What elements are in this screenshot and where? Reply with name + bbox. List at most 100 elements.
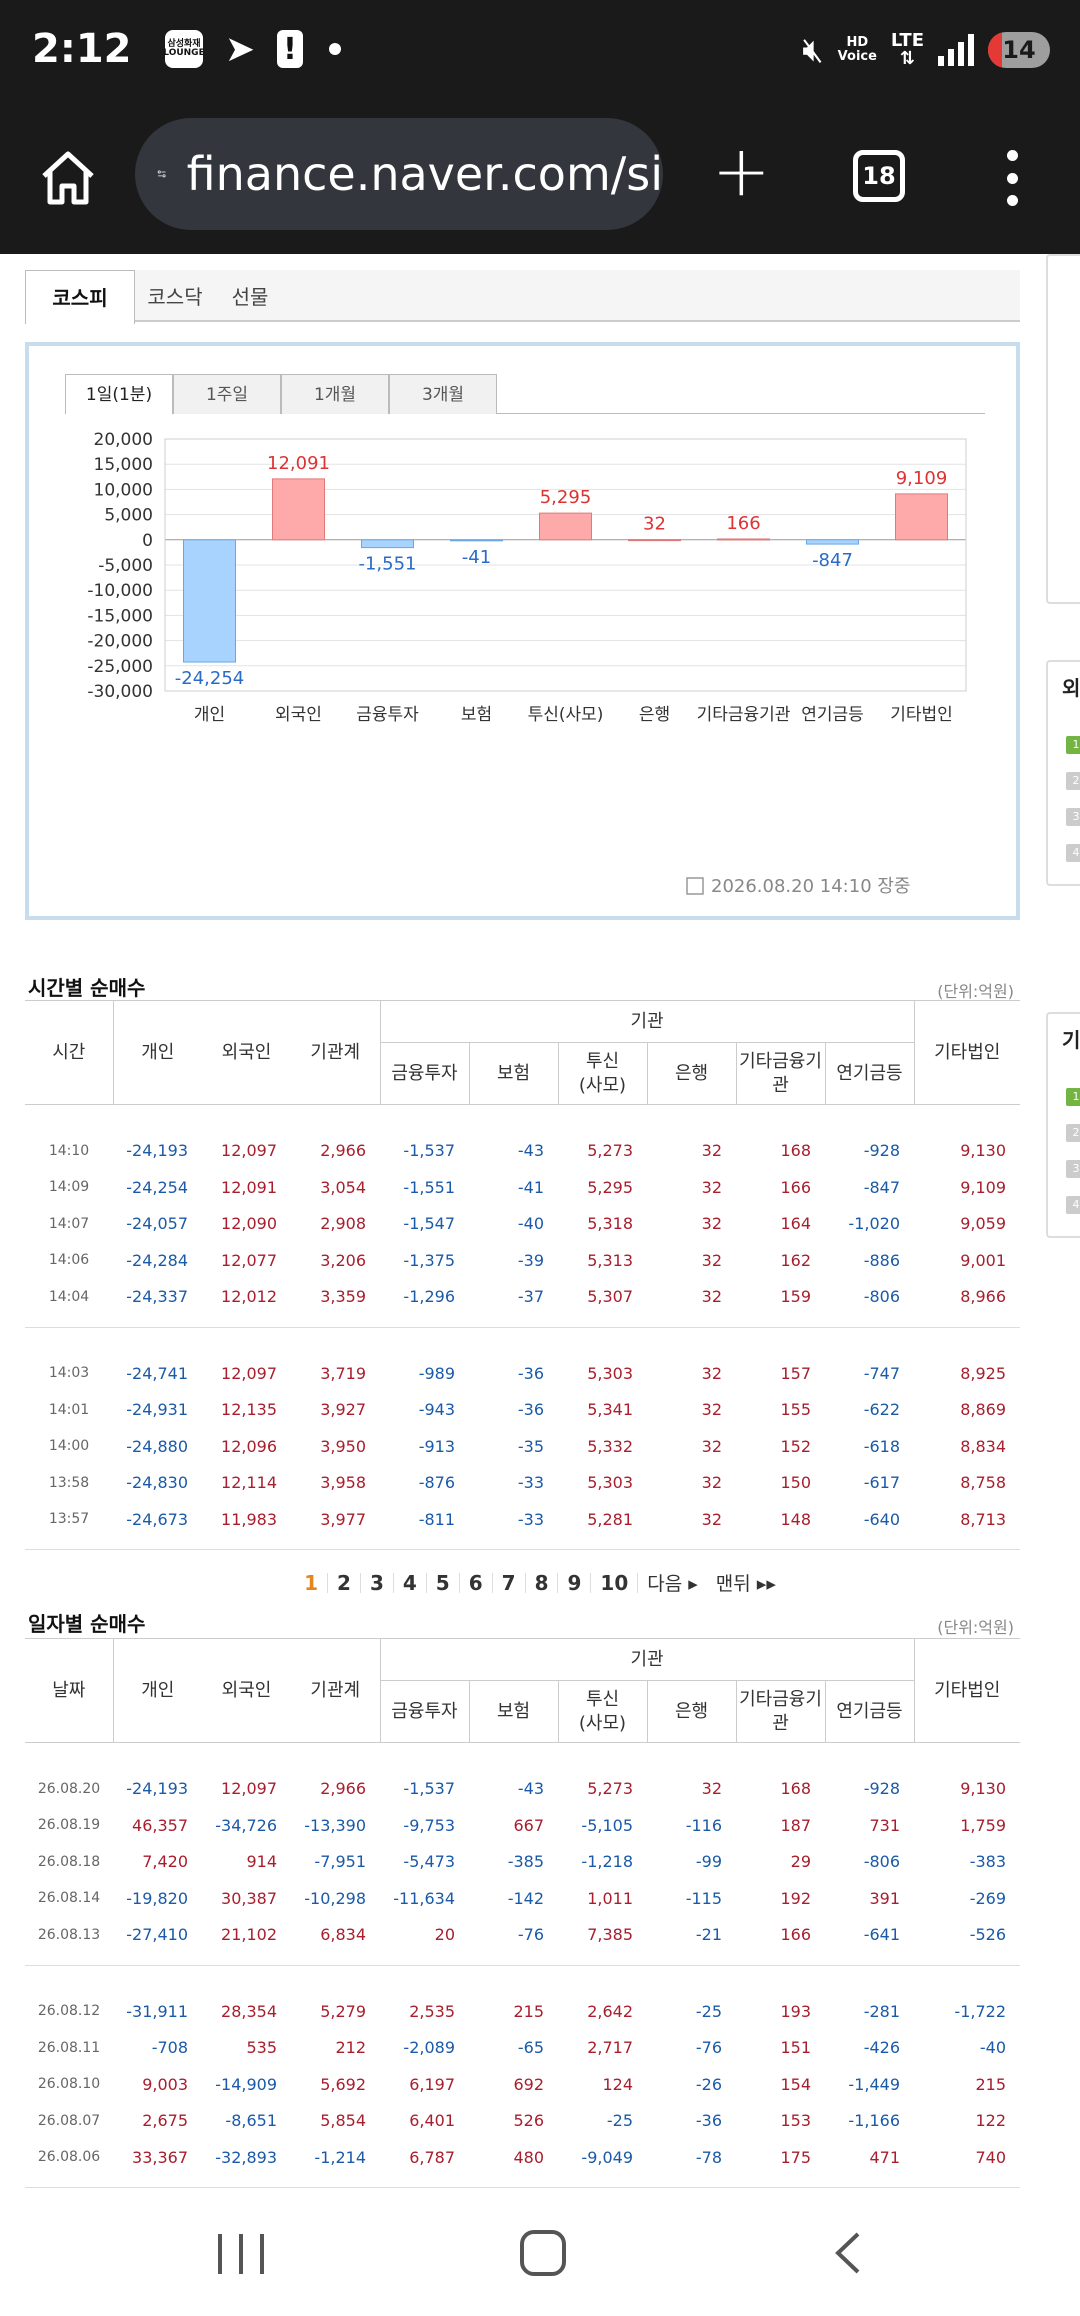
cell-value: 8,966 xyxy=(960,1287,1006,1307)
cell-value: -385 xyxy=(507,1852,544,1872)
header-time: 시간 xyxy=(25,1000,113,1105)
cell-label: 13:57 xyxy=(48,1511,90,1528)
cell-value: 122 xyxy=(975,2111,1006,2131)
cell-value: 20 xyxy=(434,1925,455,1945)
cell-value: -21 xyxy=(695,1925,722,1945)
page-3[interactable]: 3 xyxy=(361,1573,394,1593)
cell-value: -943 xyxy=(418,1400,455,1420)
cell-value: 9,059 xyxy=(960,1214,1006,1234)
cell-value: -65 xyxy=(517,2038,544,2058)
page-8[interactable]: 8 xyxy=(526,1573,559,1593)
web-page: 외 1 2 3 4 기 1 2 3 4 코스피 코스닥 선물 1일(1분) 1주… xyxy=(0,254,1080,2192)
cell-value: -116 xyxy=(685,1815,722,1835)
page-last[interactable]: 맨뒤 ▸▸ xyxy=(707,1574,785,1594)
header-individual: 개인 xyxy=(112,1638,202,1743)
cell-value: -76 xyxy=(695,2038,722,2058)
cell-label: 26.08.07 xyxy=(37,2112,101,2129)
system-nav-bar xyxy=(0,2192,1080,2316)
cell-value: 5,295 xyxy=(587,1177,633,1197)
bar[interactable] xyxy=(450,539,503,542)
cell-label: 14:04 xyxy=(48,1288,90,1305)
recent-apps-button[interactable] xyxy=(218,2234,264,2274)
header-bank: 은행 xyxy=(646,1680,736,1743)
page-2[interactable]: 2 xyxy=(328,1573,361,1593)
page-9[interactable]: 9 xyxy=(558,1573,592,1593)
back-button[interactable] xyxy=(826,2228,876,2278)
cell-value: -24,741 xyxy=(126,1363,188,1383)
cell-value: -142 xyxy=(507,1888,544,1908)
page-7[interactable]: 7 xyxy=(493,1573,526,1593)
bar[interactable] xyxy=(183,539,236,663)
time-table: 시간 개인 외국인 기관계 기관 기타법인 금융투자 보험 투신 (사모) 은행 … xyxy=(25,1000,1020,1550)
tab-futures[interactable]: 선물 xyxy=(215,270,285,322)
cell-value: 12,077 xyxy=(221,1250,277,1270)
page-6[interactable]: 6 xyxy=(460,1573,493,1593)
bar[interactable] xyxy=(628,539,681,542)
page-next[interactable]: 다음 ▸ xyxy=(638,1574,707,1594)
chart-timestamp: 2026.08.20 14:10 장중 xyxy=(711,876,911,897)
cell-value: -641 xyxy=(863,1925,900,1945)
bar[interactable] xyxy=(361,539,414,549)
data-label: -41 xyxy=(462,547,491,568)
cell-value: -39 xyxy=(517,1250,544,1270)
page-5[interactable]: 5 xyxy=(427,1573,460,1593)
home-icon[interactable] xyxy=(38,148,98,208)
cell-value: -1,551 xyxy=(403,1177,455,1197)
address-bar[interactable]: finance.naver.com/si xyxy=(135,118,663,230)
header-ins: 보험 xyxy=(468,1042,558,1105)
cell-value: 30,387 xyxy=(221,1888,277,1908)
cell-value: 32 xyxy=(701,1287,722,1307)
header-foreign: 외국인 xyxy=(202,1638,291,1743)
cell-value: -426 xyxy=(863,2038,900,2058)
table-row: 26.08.10 9,003 -14,909 5,692 6,197 692 124 -26 1… xyxy=(25,2066,1020,2103)
home-button[interactable] xyxy=(520,2230,566,2276)
cell-value: 5,341 xyxy=(587,1400,633,1420)
cell-value: -43 xyxy=(517,1141,544,1161)
page-10[interactable]: 10 xyxy=(591,1573,639,1593)
bar[interactable] xyxy=(895,493,948,541)
site-settings-icon[interactable] xyxy=(157,148,167,200)
hd-voice-icon: HD Voice xyxy=(837,35,877,64)
header-foreign: 외국인 xyxy=(202,1000,291,1105)
bar[interactable] xyxy=(272,478,325,541)
cell-value: 148 xyxy=(780,1509,811,1529)
page-1[interactable]: 1 xyxy=(295,1573,329,1593)
cell-value: 3,950 xyxy=(320,1436,366,1456)
cell-value: -43 xyxy=(517,1779,544,1799)
cell-value: -24,337 xyxy=(126,1287,188,1307)
cell-value: -989 xyxy=(418,1363,455,1383)
tab-kosdaq[interactable]: 코스닥 xyxy=(135,270,215,322)
table-row: 26.08.13 -27,410 21,102 6,834 20 -76 7,385 -21 1… xyxy=(25,1917,1020,1954)
more-menu-icon[interactable] xyxy=(1002,150,1022,206)
table-row: 13:57 -24,673 11,983 3,977 -811 -33 5,281 32 148… xyxy=(25,1501,1020,1538)
cell-label: 14:00 xyxy=(48,1438,90,1455)
tab-kospi[interactable]: 코스피 xyxy=(25,270,135,324)
table-row: 26.08.07 2,675 -8,651 5,854 6,401 526 -25 -36 15… xyxy=(25,2103,1020,2140)
x-category-label: 금융투자 xyxy=(356,705,419,725)
cell-value: -9,049 xyxy=(581,2147,633,2167)
status-bar: 2:12 삼성화재 LOUNGE ➤ ! 🔇︎ HD Voice LTE ⇅ 14 xyxy=(0,0,1080,108)
notification-dot-icon xyxy=(329,43,341,55)
samsung-lounge-icon: 삼성화재 LOUNGE xyxy=(163,30,205,68)
pagination: 1 2 3 4 5 6 7 8 9 10 다음 ▸ 맨뒤 ▸▸ xyxy=(0,1571,1080,1595)
cell-value: 215 xyxy=(513,2001,544,2021)
cell-value: -913 xyxy=(418,1436,455,1456)
cell-value: -526 xyxy=(969,1925,1006,1945)
tab-switcher-button[interactable]: 18 xyxy=(853,150,905,202)
cell-value: 2,675 xyxy=(142,2111,188,2131)
bar[interactable] xyxy=(717,538,770,541)
cell-value: 5,303 xyxy=(587,1363,633,1383)
cell-value: 12,091 xyxy=(221,1177,277,1197)
cell-value: 9,001 xyxy=(960,1250,1006,1270)
cell-value: -33 xyxy=(517,1509,544,1529)
bar[interactable] xyxy=(806,539,859,545)
page-4[interactable]: 4 xyxy=(394,1573,427,1593)
cell-value: 731 xyxy=(869,1815,900,1835)
bar[interactable] xyxy=(539,512,592,541)
cell-label: 13:58 xyxy=(48,1474,90,1491)
data-label: -1,551 xyxy=(358,554,416,575)
cell-value: -24,193 xyxy=(126,1779,188,1799)
new-tab-icon[interactable]: + xyxy=(712,136,771,206)
cell-label: 26.08.12 xyxy=(37,2003,101,2020)
cell-label: 26.08.13 xyxy=(37,1926,101,1943)
